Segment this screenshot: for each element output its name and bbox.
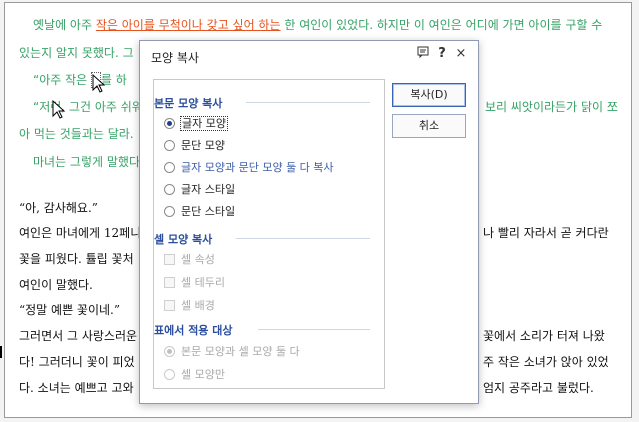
radio-button[interactable]	[164, 184, 175, 195]
section-table-target: 표에서 적용 대상	[154, 324, 233, 337]
doc-line-14-right[interactable]: 엄지 공주라고 불렀다.	[483, 379, 621, 396]
text-caret	[0, 346, 2, 358]
option-label: 셀 테두리	[181, 276, 225, 289]
option-label: 문단 모양	[181, 139, 225, 152]
section-body-copy: 본문 모양 복사	[154, 97, 223, 110]
option-label: 셀 속성	[181, 253, 215, 266]
doc-line-12-right[interactable]: 꽃에서 소리가 터져 나왔	[483, 327, 621, 344]
doc-text: 보리 씨앗이라든가 닭이 쪼	[485, 100, 618, 114]
option-label: 문단 스타일	[181, 205, 236, 218]
radio-cell-only[interactable]: 셀 모양만	[164, 366, 225, 382]
option-label: 셀 모양만	[181, 368, 225, 381]
dialog-title: 모양 복사	[151, 51, 199, 65]
doc-text: “아주 작은	[33, 73, 92, 87]
doc-text: 마녀는 그렇게 말했다	[33, 155, 140, 169]
section-cell-copy: 셀 모양 복사	[154, 233, 213, 246]
doc-text: 다! 그러더니 꽃이 피었	[19, 355, 135, 369]
checkbox-cell-border[interactable]: 셀 테두리	[164, 274, 225, 290]
doc-text: 그러면서 그 사랑스러운	[19, 329, 138, 343]
checkbox[interactable]	[164, 300, 175, 311]
checkbox[interactable]	[164, 254, 175, 265]
dialog-titlebar[interactable]: 모양 복사 ? ×	[140, 41, 478, 69]
radio-para-style[interactable]: 문단 스타일	[164, 203, 235, 219]
radio-char-format[interactable]: 글자 모양	[164, 115, 228, 131]
checkbox[interactable]	[164, 277, 175, 288]
doc-line-13-right[interactable]: 주 작은 소녀가 앉아 있었	[483, 353, 621, 370]
mouse-pointer-icon	[92, 74, 106, 93]
mouse-pointer-icon	[52, 100, 66, 119]
help-icon[interactable]: ?	[434, 46, 450, 61]
doc-text: 여인은 마녀에게 12페니	[19, 226, 142, 240]
radio-button[interactable]	[164, 369, 175, 380]
doc-line-8-right[interactable]: 나 빨리 자라서 곧 커다란	[483, 224, 621, 241]
doc-text: 주 작은 소녀가 앉아 있었	[483, 355, 609, 369]
cancel-button[interactable]: 취소	[392, 114, 466, 138]
option-label: 셀 배경	[181, 299, 215, 312]
doc-text: 나 빨리 자라서 곧 커다란	[483, 226, 609, 240]
radio-char-style[interactable]: 글자 스타일	[164, 181, 235, 197]
doc-text: 여인이 말했다.	[19, 278, 93, 292]
option-label: 글자 모양	[180, 116, 228, 131]
doc-text: 아 먹는 것들과는 달라.	[19, 127, 134, 141]
doc-text: “아, 감사해요.”	[19, 201, 98, 215]
radio-both-format[interactable]: 글자 모양과 문단 모양 둘 다 복사	[164, 159, 334, 175]
section-divider	[246, 102, 370, 103]
radio-body-and-cell[interactable]: 본문 모양과 셀 모양 둘 다	[164, 343, 300, 359]
doc-text: “저런, 그건 아주 쉬워	[33, 100, 143, 114]
radio-button[interactable]	[164, 346, 175, 357]
checkbox-cell-background[interactable]: 셀 배경	[164, 297, 215, 313]
radio-button[interactable]	[164, 118, 175, 129]
radio-button[interactable]	[164, 140, 175, 151]
doc-text: 있는지 알지 못했다. 그	[19, 46, 134, 60]
checkbox-cell-attributes[interactable]: 셀 속성	[164, 251, 215, 267]
section-divider	[236, 238, 370, 239]
doc-text: 꽃에서 소리가 터져 나왔	[483, 329, 605, 343]
copy-button[interactable]: 복사(D)	[392, 83, 466, 107]
doc-text: 한 여인이 있었다. 하지만 이 여인은 어디에 가면 아이를 구할 수	[280, 18, 603, 32]
radio-button[interactable]	[164, 162, 175, 173]
doc-text: 옛날에 아주	[33, 18, 96, 32]
highlighted-text: 작은 아이를 무척이나 갖고 싶어 하는	[95, 18, 281, 32]
message-icon[interactable]	[415, 46, 431, 62]
copy-format-dialog[interactable]: 모양 복사 ? × 본문 모양 복사 글자 모양 문단 모양 글자 모양과 문단…	[139, 40, 479, 404]
doc-text: 꽃을 피웠다. 튤립 꽃처	[19, 252, 134, 266]
option-label: 글자 스타일	[181, 183, 236, 196]
radio-button[interactable]	[164, 206, 175, 217]
doc-line-1[interactable]: 옛날에 아주 작은 아이를 무척이나 갖고 싶어 하는 한 여인이 있었다. 하…	[33, 16, 621, 33]
doc-text: “정말 예쁜 꽃이네.”	[19, 303, 120, 317]
doc-line-4-right[interactable]: 보리 씨앗이라든가 닭이 쪼	[485, 98, 621, 115]
close-icon[interactable]: ×	[453, 46, 469, 61]
section-divider	[258, 329, 370, 330]
doc-text: 다. 소녀는 예쁘고 고와	[19, 381, 134, 395]
doc-text: 엄지 공주라고 불렀다.	[483, 381, 594, 395]
radio-para-format[interactable]: 문단 모양	[164, 137, 225, 153]
option-label: 본문 모양과 셀 모양 둘 다	[181, 345, 300, 358]
option-label: 글자 모양과 문단 모양 둘 다 복사	[181, 161, 334, 174]
